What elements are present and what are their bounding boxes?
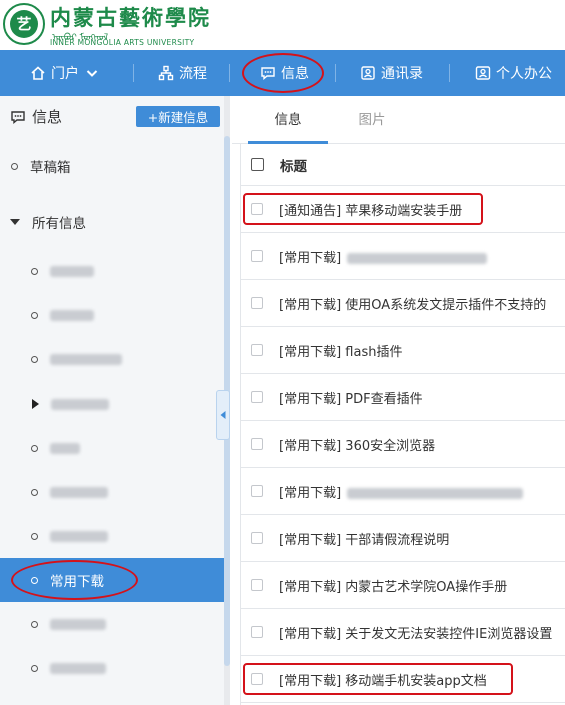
table-row[interactable]: [常用下载] 移动端手机安装app文档 [241, 656, 565, 703]
home-icon [30, 65, 46, 81]
redacted-label [50, 530, 108, 542]
content-tabs: 信息 图片 [232, 96, 565, 144]
logo-english-name: INNER MONGOLIA ARTS UNIVERSITY [50, 38, 195, 47]
chevron-down-icon [84, 65, 100, 81]
sidebar-item-blurred-5[interactable] [0, 426, 224, 470]
nav-contacts[interactable]: 通讯录 [360, 50, 423, 96]
row-checkbox[interactable] [251, 250, 263, 262]
row-checkbox[interactable] [251, 203, 263, 215]
sidebar-header: 信息 +新建信息 [0, 96, 224, 134]
university-emblem-icon: 艺 [3, 3, 45, 45]
message-table: 标题 [通知通告] 苹果移动端安装手册 [常用下载] [常用下载] 使用OA系统… [240, 144, 565, 705]
table-row[interactable]: [常用下载] 干部请假流程说明 [241, 515, 565, 562]
column-header-title: 标题 [280, 158, 307, 175]
table-row[interactable]: [常用下载] [241, 468, 565, 515]
dot-icon [31, 664, 38, 672]
redacted-label [50, 662, 106, 674]
redacted-label [50, 265, 94, 277]
nav-portal-label: 门户 [51, 66, 79, 82]
collapse-sidebar-handle[interactable] [216, 390, 230, 440]
table-row[interactable]: [常用下载] flash插件 [241, 327, 565, 374]
sidebar-title: 信息 [32, 108, 63, 126]
table-row[interactable]: [常用下载] 关于发文无法安装控件IE浏览器设置 [241, 609, 565, 656]
row-checkbox[interactable] [251, 391, 263, 403]
table-row[interactable]: [常用下载] [241, 233, 565, 280]
table-row[interactable]: [常用下载] PDF查看插件 [241, 374, 565, 421]
sidebar-item-all-messages[interactable]: 所有信息 [0, 200, 224, 244]
sidebar-item-blurred-4[interactable] [0, 382, 224, 426]
nav-personal-office-label: 个人办公 [496, 66, 552, 82]
sidebar-item-blurred-9[interactable] [0, 646, 224, 690]
sidebar-item-blurred-8[interactable] [0, 602, 224, 646]
table-row[interactable]: [常用下载] 360安全浏览器 [241, 421, 565, 468]
row-checkbox[interactable] [251, 344, 263, 356]
sidebar-item-blurred-3[interactable] [0, 337, 224, 381]
dot-icon [11, 162, 18, 170]
caret-right-icon [32, 399, 39, 409]
contacts-icon [360, 65, 376, 81]
table-header-row: 标题 [241, 144, 565, 186]
sidebar: 信息 +新建信息 草稿箱 所有信息 常用下载 [0, 96, 224, 705]
sidebar-item-blurred-7[interactable] [0, 514, 224, 558]
redacted-label [50, 486, 108, 498]
message-icon [260, 65, 276, 81]
nav-personal-office[interactable]: 个人办公 [475, 50, 552, 96]
redacted-label [50, 442, 80, 454]
nav-workflow-label: 流程 [179, 66, 207, 82]
row-checkbox[interactable] [251, 438, 263, 450]
dot-icon [31, 620, 38, 628]
dot-icon [31, 355, 38, 363]
row-checkbox[interactable] [251, 297, 263, 309]
new-message-button[interactable]: +新建信息 [136, 106, 220, 127]
table-row[interactable]: [常用下载] 使用OA系统发文提示插件不支持的 [241, 280, 565, 327]
row-checkbox[interactable] [251, 673, 263, 685]
redacted-label [50, 309, 94, 321]
dot-icon [31, 488, 38, 496]
sidebar-item-common-downloads[interactable]: 常用下载 [0, 558, 224, 602]
nav-contacts-label: 通讯录 [381, 66, 423, 82]
caret-left-icon [220, 411, 226, 419]
user-card-icon [475, 65, 491, 81]
row-checkbox[interactable] [251, 579, 263, 591]
sidebar-item-blurred-6[interactable] [0, 470, 224, 514]
tab-info[interactable]: 信息 [248, 96, 328, 144]
nav-messages[interactable]: 信息 [260, 50, 309, 96]
nav-workflow[interactable]: 流程 [158, 50, 207, 96]
sidebar-item-blurred-2[interactable] [0, 293, 224, 337]
caret-down-icon [10, 219, 20, 225]
sidebar-item-drafts[interactable]: 草稿箱 [0, 144, 224, 188]
redacted-title [347, 252, 488, 264]
nav-messages-label: 信息 [281, 66, 309, 82]
sidebar-item-blurred-1[interactable] [0, 249, 224, 293]
select-all-checkbox[interactable] [251, 158, 264, 171]
row-checkbox[interactable] [251, 485, 263, 497]
flow-icon [158, 65, 174, 81]
table-row[interactable]: [常用下载] 内蒙古艺术学院OA操作手册 [241, 562, 565, 609]
dot-icon [31, 532, 38, 540]
dot-icon [31, 311, 38, 319]
app-header: 艺 内蒙古藝術學院 ᠥᠪᠥᠷ ᠮᠣᠩᠭᠣᠯ INNER MONGOLIA ART… [0, 0, 565, 50]
row-checkbox[interactable] [251, 532, 263, 544]
row-checkbox[interactable] [251, 626, 263, 638]
main-content: 信息 图片 标题 [通知通告] 苹果移动端安装手册 [常用下载] [常用下载] … [232, 96, 565, 705]
top-navigation: 门户 流程 信息 通讯录 个人办公 [0, 50, 565, 96]
redacted-label [50, 618, 106, 630]
redacted-title [347, 487, 524, 499]
table-row[interactable]: [通知通告] 苹果移动端安装手册 [241, 186, 565, 233]
dot-icon [31, 576, 38, 584]
redacted-label [51, 398, 109, 410]
dot-icon [31, 444, 38, 452]
nav-portal[interactable]: 门户 [30, 50, 100, 96]
dot-icon [31, 267, 38, 275]
tab-images[interactable]: 图片 [332, 96, 412, 144]
message-icon [10, 109, 26, 125]
redacted-label [50, 353, 122, 365]
